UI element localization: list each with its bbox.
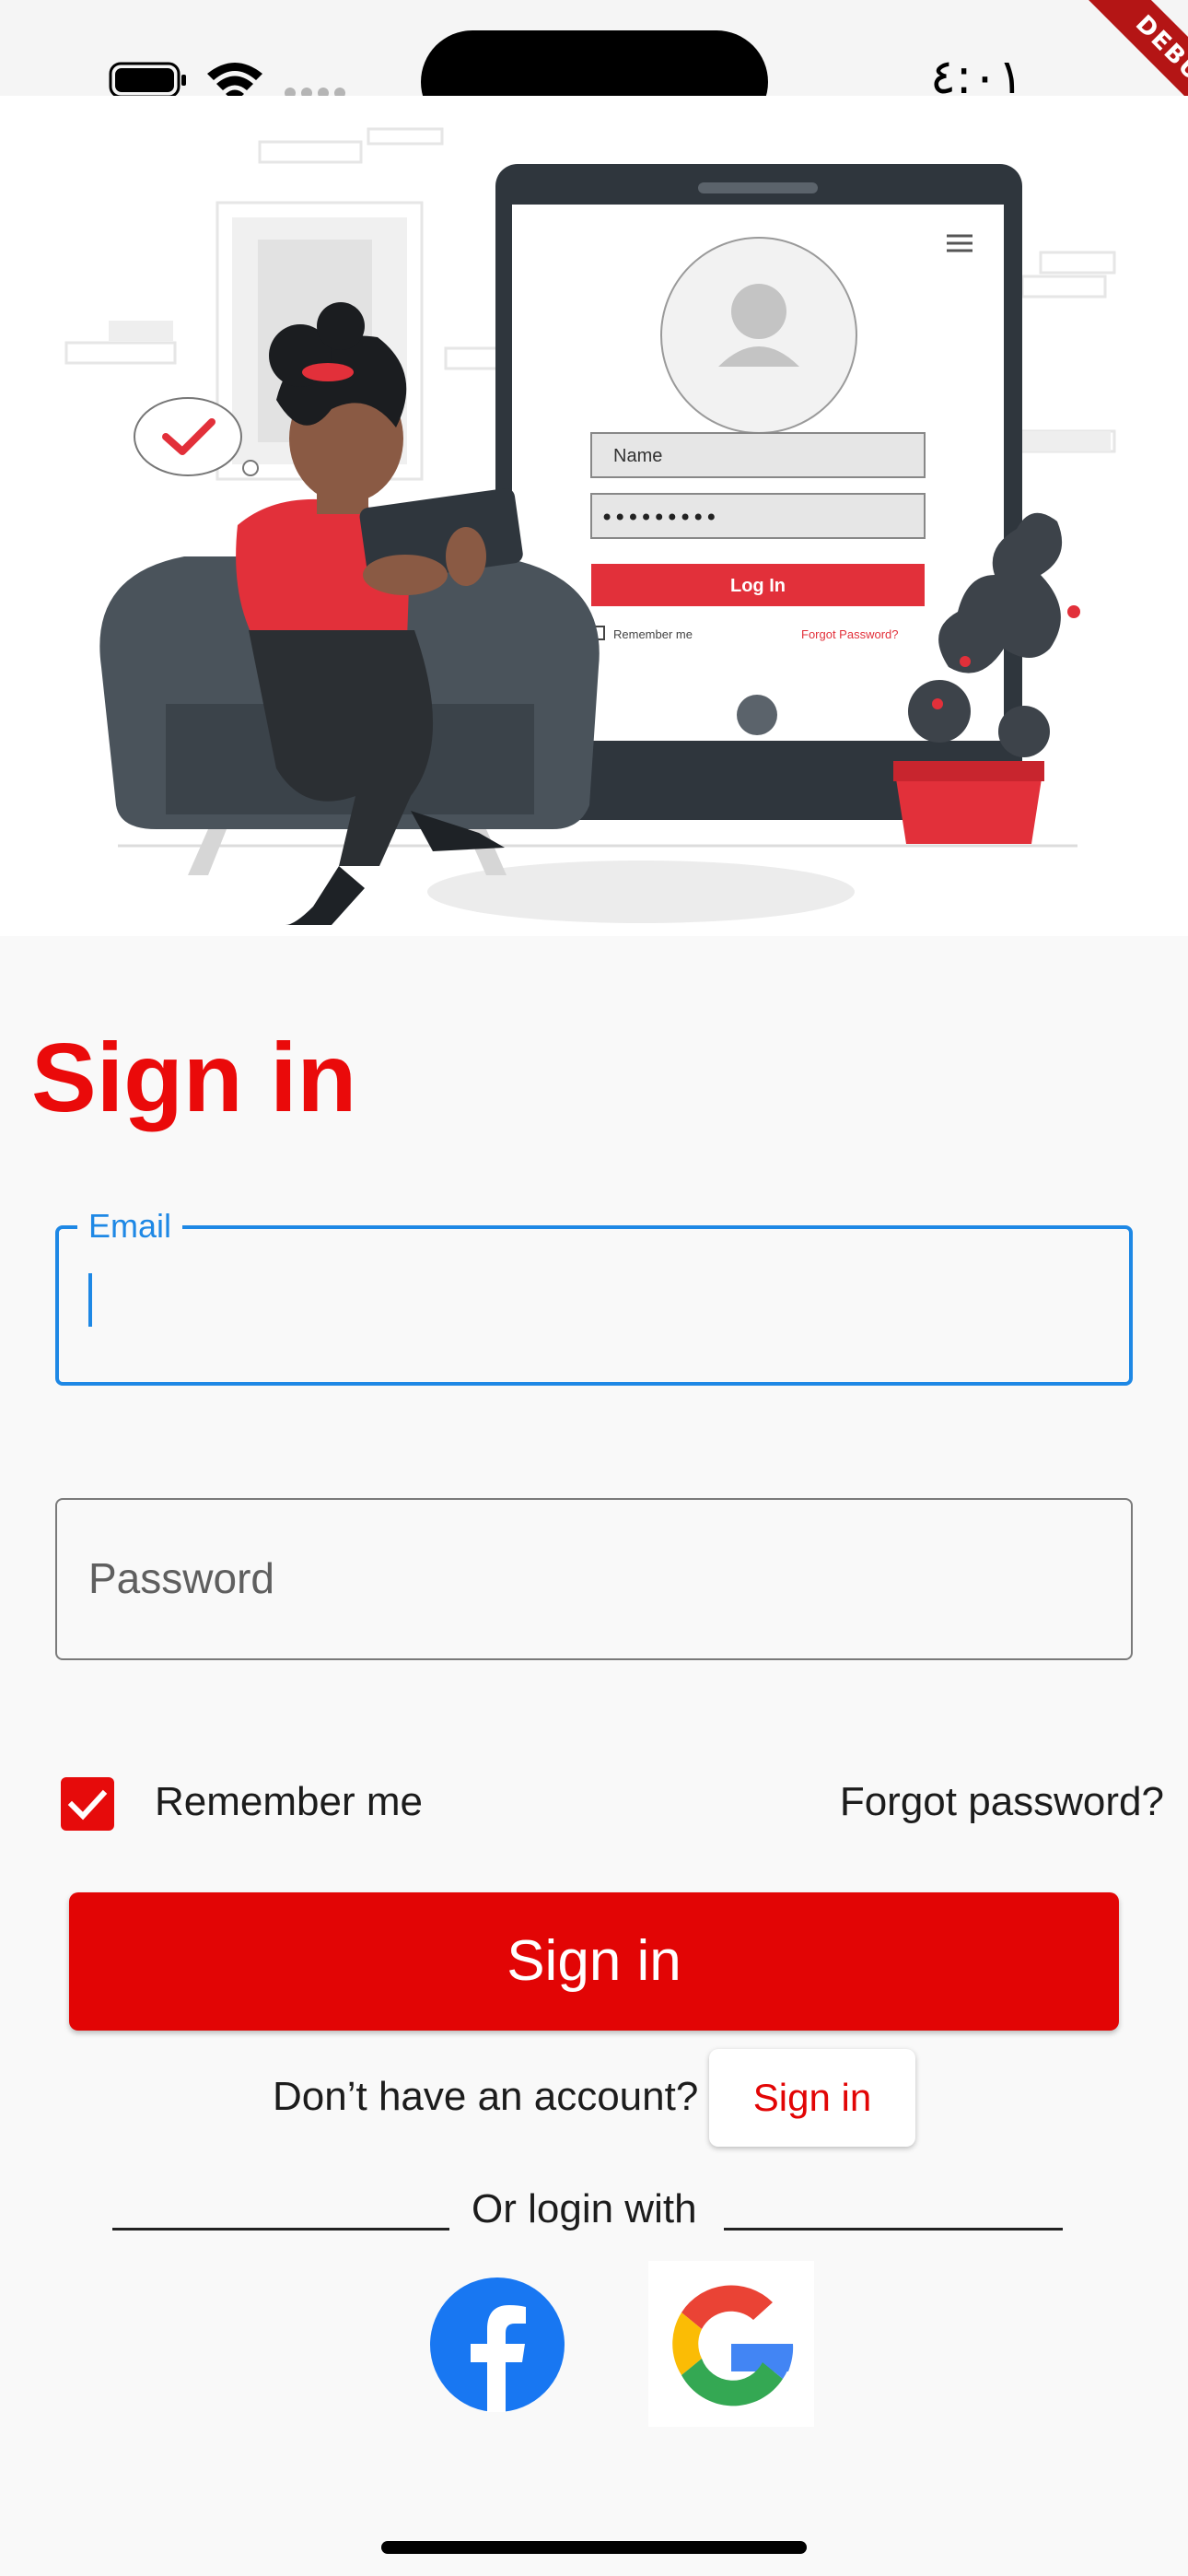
page-title: Sign in (31, 1024, 357, 1132)
divider-left (112, 2228, 449, 2231)
divider-right (724, 2228, 1063, 2231)
mock-password-dots: ••••••••• (600, 505, 717, 531)
check-icon (67, 1789, 108, 1821)
mock-login-label: Log In (730, 576, 786, 596)
google-login-button[interactable] (648, 2261, 814, 2427)
mock-remember-label: Remember me (613, 627, 693, 641)
forgot-password-link[interactable]: Forgot password? (840, 1776, 1164, 1828)
home-indicator (381, 2541, 807, 2554)
hero-illustration: Name ••••••••• Log In Remember me Forgot… (0, 96, 1188, 936)
facebook-login-button[interactable] (430, 2277, 565, 2412)
facebook-icon (430, 2277, 565, 2412)
remember-me-label: Remember me (155, 1779, 423, 1824)
no-account-prompt: Don’t have an account? (273, 2074, 699, 2119)
remember-me-checkbox[interactable] (61, 1777, 114, 1831)
text-cursor (88, 1273, 92, 1327)
password-placeholder: Password (88, 1554, 274, 1602)
mock-name-label: Name (613, 446, 662, 466)
battery-icon (109, 62, 186, 99)
mock-forgot-label: Forgot Password? (801, 627, 899, 641)
sign-in-button[interactable]: Sign in (69, 1892, 1119, 2031)
or-login-with-label: Or login with (472, 2186, 697, 2231)
sign-up-link-button[interactable]: Sign in (709, 2049, 915, 2147)
email-field[interactable] (55, 1225, 1133, 1386)
google-icon (672, 2285, 794, 2406)
person-with-tablet-illustration: Name ••••••••• Log In Remember me Forgot… (64, 127, 1116, 925)
email-label: Email (77, 1205, 183, 1247)
